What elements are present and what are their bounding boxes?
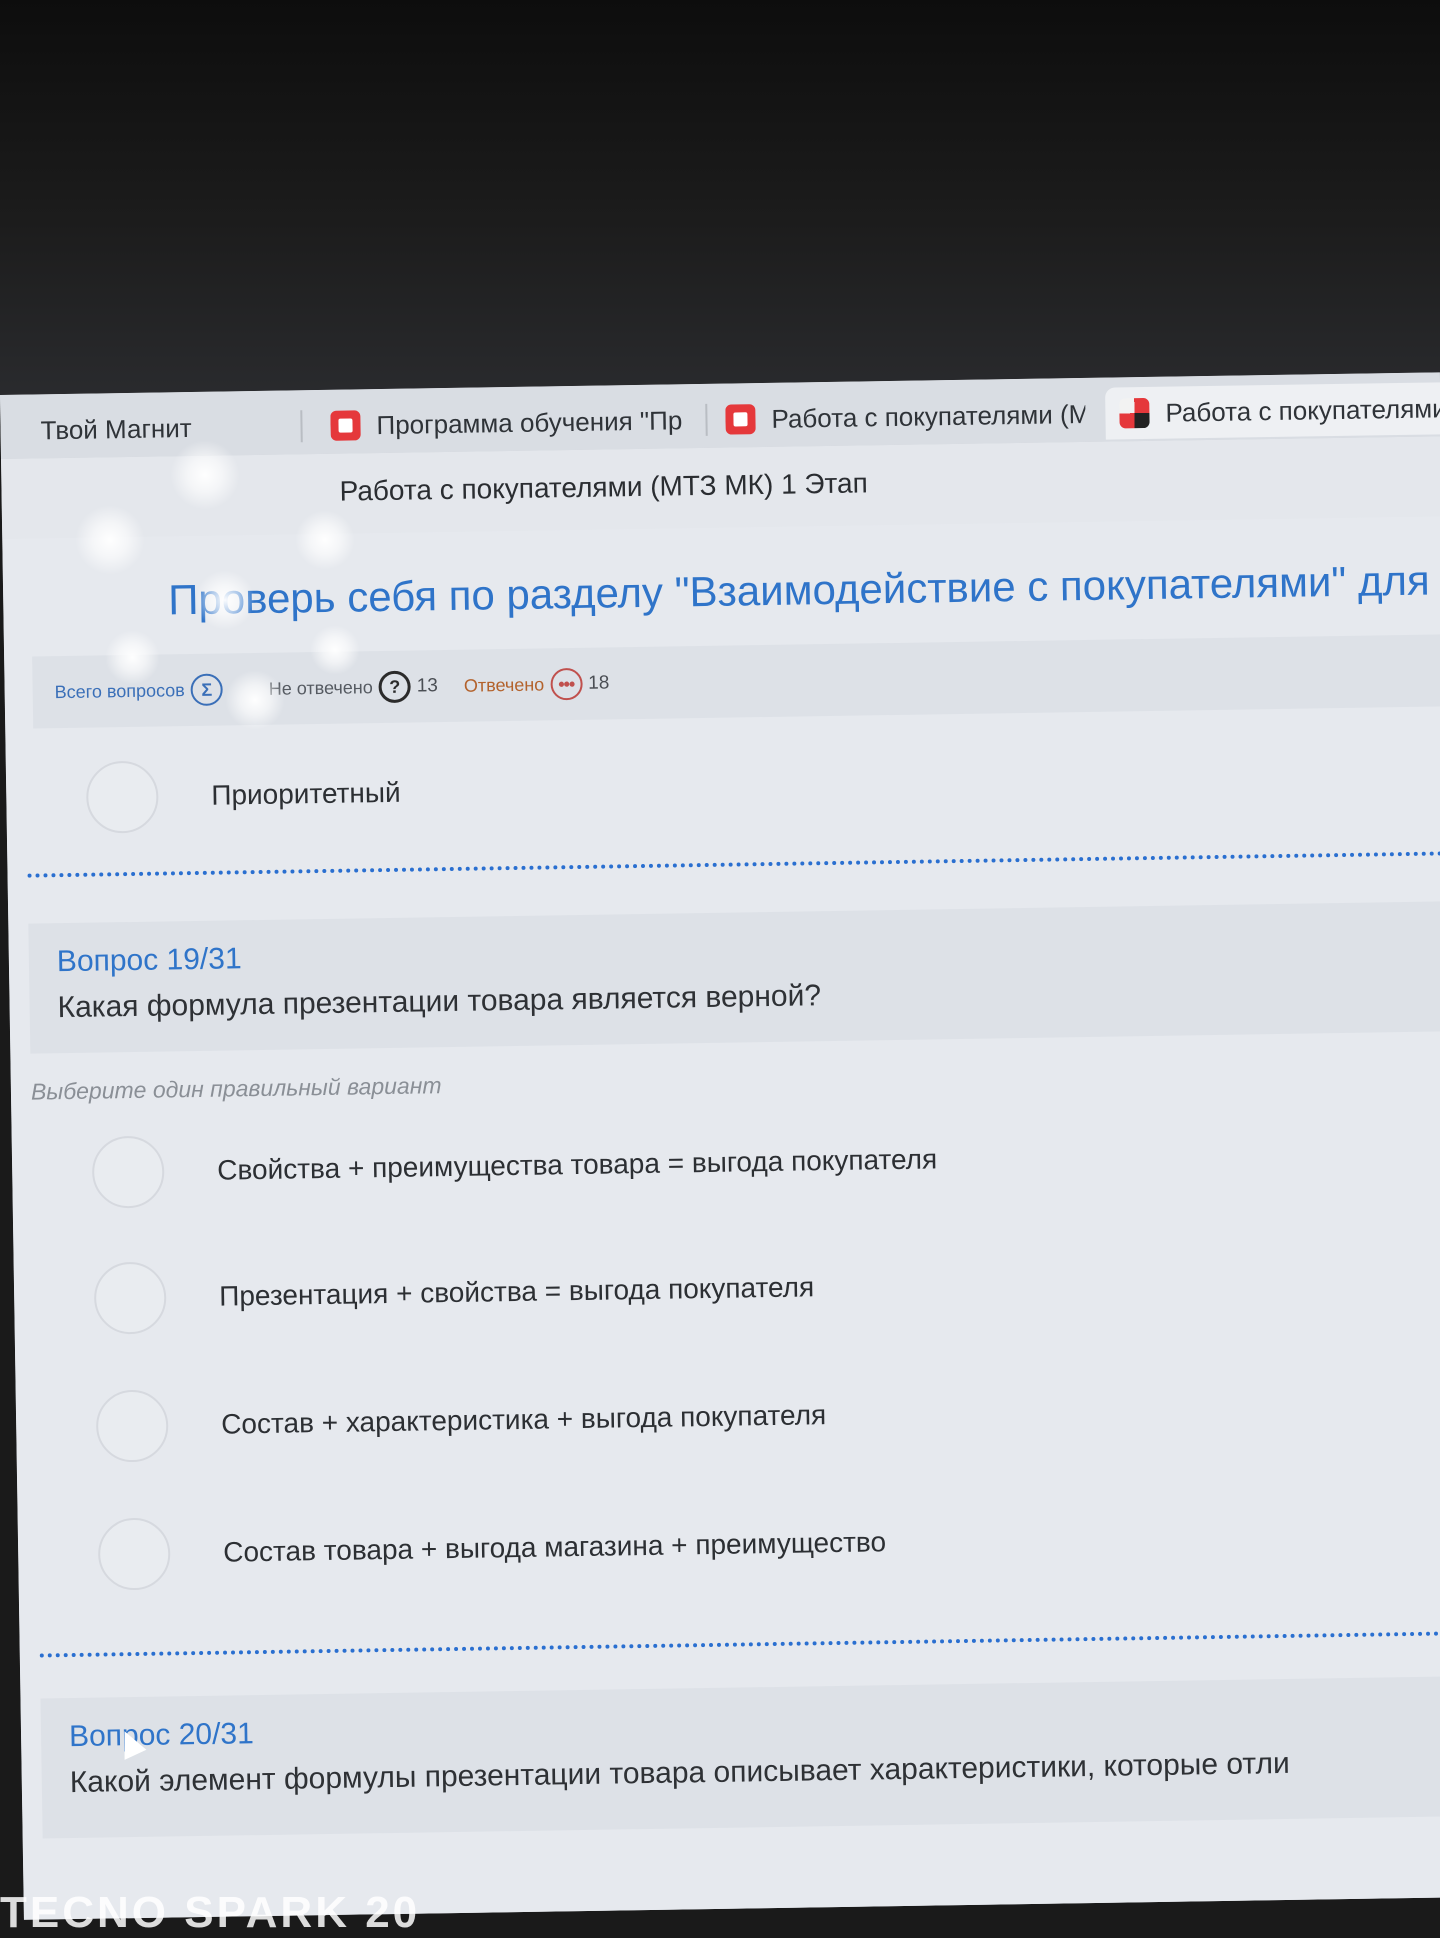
screen-glare [105,630,160,685]
answer-option-2[interactable]: Презентация + свойства = выгода покупате… [33,1222,1440,1355]
stat-total-label: Всего вопросов [54,679,185,702]
course-title: Работа с покупателями (МТЗ МК) 1 Этап [339,467,869,507]
question-mark-icon: ? [378,670,411,704]
tab-label: Работа с покупателями (М [771,398,1086,434]
quiz-title: Проверь себя по разделу "Взаимодействие … [167,555,1440,624]
prev-answer-option[interactable]: Приоритетный [25,721,1440,854]
answer-option-4[interactable]: Состав товара + выгода магазина + преиму… [37,1478,1440,1611]
answer-text: Состав товара + выгода магазина + преиму… [222,1526,887,1568]
answer-text: Приоритетный [211,776,401,811]
radio-button[interactable] [93,1261,167,1335]
magnit-red-icon [330,410,361,441]
monitor-bezel [0,0,1440,400]
camera-watermark: TECNO SPARK 20 [0,1888,421,1937]
tab-training-program[interactable]: Программа обучения "Пр [330,394,696,452]
sigma-icon: Σ [190,673,224,707]
quiz-content: Проверь себя по разделу "Взаимодействие … [2,516,1440,1920]
stat-unanswered[interactable]: Не отвечено ? 13 [269,670,439,705]
tab-separator [300,410,303,443]
answer-text: Презентация + свойства = выгода покупате… [218,1271,815,1312]
question-19-card: Вопрос 19/31 Какая формула презентации т… [28,901,1440,1054]
question-20-card: Вопрос 20/31 Какой элемент формулы презе… [40,1675,1440,1839]
tab-separator [705,403,708,436]
answer-option-3[interactable]: Состав + характеристика + выгода покупат… [35,1350,1440,1483]
stat-answered[interactable]: Отвечено ••• 18 [464,667,610,701]
screen-glare [310,625,360,675]
dots-icon: ••• [549,667,583,701]
stat-answered-label: Отвечено [463,673,545,696]
tab-customer-work-active[interactable]: Работа с покупателями [1105,381,1440,440]
answer-option-1[interactable]: Свойства + преимущества товара = выгода … [31,1096,1440,1229]
radio-button[interactable] [85,760,159,834]
stat-unanswered-count: 13 [416,675,439,697]
screen-glare [75,505,145,575]
answer-hint: Выберите один правильный вариант [30,1072,442,1105]
radio-button[interactable] [91,1135,165,1209]
question-text: Какой элемент формулы презентации товара… [69,1746,1290,1800]
radio-button[interactable] [97,1517,171,1591]
question-number: Вопрос 20/31 [68,1717,255,1754]
radio-button[interactable] [95,1389,169,1463]
question-divider [27,851,1440,878]
tab-tvoy-magnit[interactable]: Твой Магнит [40,402,192,456]
question-number: Вопрос 19/31 [56,942,242,979]
tab-label: Твой Магнит [40,412,192,445]
screen-glare [225,670,285,730]
mosaic-icon [1119,397,1150,429]
screen-glare [170,440,240,510]
tab-label: Программа обучения "Пр [376,404,683,440]
magnit-red-icon [725,404,756,435]
screen-glare [295,510,355,570]
question-text: Какая формула презентации товара являетс… [57,979,822,1025]
question-divider [39,1630,1440,1658]
answer-text: Состав + характеристика + выгода покупат… [220,1399,827,1440]
screen-glare [195,570,255,630]
answer-text: Свойства + преимущества товара = выгода … [216,1143,938,1186]
tab-label: Работа с покупателями [1165,392,1440,428]
stat-answered-count: 18 [588,672,610,694]
tab-customer-work[interactable]: Работа с покупателями (М [725,388,1086,446]
